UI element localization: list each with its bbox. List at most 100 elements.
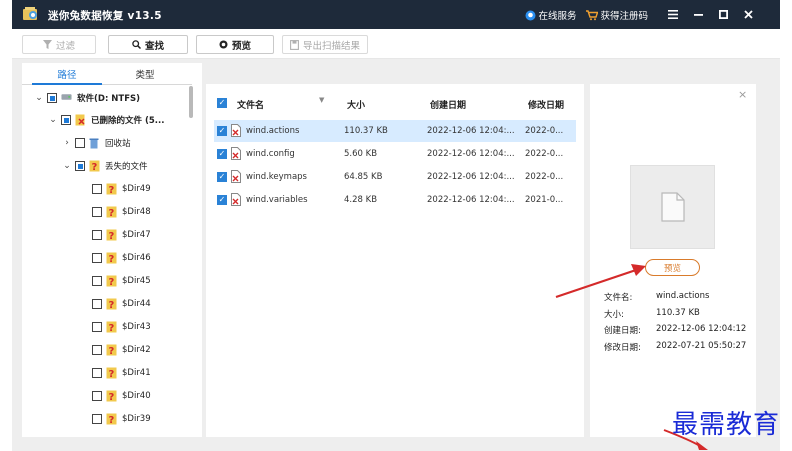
file-size: 110.37 KB — [344, 126, 388, 136]
table-row[interactable]: wind.variables 4.28 KB 2022-12-06 12:04:… — [214, 189, 576, 211]
minimize-button[interactable] — [688, 6, 708, 24]
chevron-down-icon[interactable]: ⌄ — [62, 161, 72, 171]
tree-item-label: 软件(D: NTFS) — [77, 94, 141, 104]
tree-checkbox[interactable] — [92, 253, 102, 263]
filter-label: 过滤 — [55, 40, 75, 52]
tree-checkbox[interactable] — [92, 207, 102, 217]
tab-path[interactable]: 路径 — [32, 67, 102, 85]
tree-item-label: 丢失的文件 — [105, 162, 148, 172]
search-icon — [132, 40, 141, 49]
tree-panel: 路径 类型 ⌄ 软件(D: NTFS) ⌄ 已删除的文件 (5... › 回收站… — [22, 63, 202, 437]
tree-item-dir[interactable]: ? $Dir46 — [92, 249, 151, 267]
tree-checkbox[interactable] — [92, 391, 102, 401]
export-label: 导出扫描结果 — [302, 40, 360, 52]
deleted-file-icon — [231, 193, 242, 206]
get-code-link[interactable]: 获得注册码 — [586, 8, 648, 22]
row-checkbox[interactable] — [217, 195, 227, 205]
menu-button[interactable] — [663, 6, 683, 24]
file-modified: 2022-0... — [525, 126, 564, 136]
tree-tabs: 路径 类型 — [22, 63, 192, 85]
deleted-file-icon — [231, 124, 242, 137]
tree-checkbox[interactable] — [92, 299, 102, 309]
column-header-size[interactable]: 大小 — [347, 98, 365, 111]
lost-folder-icon: ? — [106, 321, 117, 333]
tree-checkbox[interactable] — [92, 414, 102, 424]
lost-folder-icon: ? — [106, 206, 117, 218]
info-label-name: 文件名: — [604, 293, 633, 303]
menu-icon — [668, 8, 678, 22]
deleted-file-icon — [231, 170, 242, 183]
cart-icon — [586, 9, 599, 21]
tree-item-deleted-files[interactable]: ⌄ 已删除的文件 (5... — [48, 111, 164, 129]
export-results-button[interactable]: 导出扫描结果 — [282, 35, 368, 54]
tree-item-dir[interactable]: ? $Dir48 — [92, 203, 151, 221]
close-preview-icon[interactable]: × — [738, 88, 747, 101]
svg-text:?: ? — [109, 185, 115, 195]
online-service-link[interactable]: 在线服务 — [525, 8, 576, 22]
tree-checkbox[interactable] — [47, 93, 57, 103]
tree-item-dir[interactable]: ? $Dir49 — [92, 180, 151, 198]
app-title: 迷你兔数据恢复 v13.5 — [48, 10, 162, 22]
preview-button[interactable]: 预览 — [645, 259, 700, 276]
tree-item-recycle-bin[interactable]: › 回收站 — [62, 134, 131, 152]
select-all-checkbox[interactable] — [217, 98, 227, 108]
table-row[interactable]: wind.config 5.60 KB 2022-12-06 12:04:...… — [214, 143, 576, 165]
filter-icon — [42, 40, 52, 49]
tree-item-dir[interactable]: ? $Dir41 — [92, 364, 151, 382]
tree-item-label: $Dir47 — [122, 230, 151, 240]
chevron-right-icon[interactable]: › — [62, 138, 72, 148]
deleted-folder-icon — [75, 114, 86, 126]
row-checkbox[interactable] — [217, 126, 227, 136]
preview-thumbnail — [630, 165, 715, 249]
table-row[interactable]: wind.keymaps 64.85 KB 2022-12-06 12:04:.… — [214, 166, 576, 188]
tree-checkbox[interactable] — [61, 115, 71, 125]
tree-item-dir[interactable]: ? $Dir43 — [92, 318, 151, 336]
eye-icon — [219, 40, 228, 49]
tree-item-dir[interactable]: ? $Dir40 — [92, 387, 151, 405]
close-button[interactable] — [738, 6, 758, 24]
file-modified: 2022-0... — [525, 172, 564, 182]
lost-folder-icon: ? — [106, 252, 117, 264]
info-value-size: 110.37 KB — [656, 308, 700, 318]
maximize-button[interactable] — [713, 6, 733, 24]
file-list-panel: 文件名 ▼ 大小 创建日期 修改日期 wind.actions 110.37 K… — [206, 84, 584, 437]
info-value-modified: 2022-07-21 05:50:27 — [656, 341, 747, 351]
online-service-label: 在线服务 — [538, 11, 577, 22]
tree-item-dir[interactable]: ? $Dir39 — [92, 410, 151, 428]
tree-checkbox[interactable] — [75, 138, 85, 148]
tree-checkbox[interactable] — [75, 161, 85, 171]
column-header-created[interactable]: 创建日期 — [430, 98, 466, 111]
chevron-down-icon[interactable]: ⌄ — [34, 93, 44, 103]
app-window: 迷你兔数据恢复 v13.5 在线服务 获得注册码 过滤 查找 预览 导出扫描结果… — [0, 0, 792, 451]
find-button[interactable]: 查找 — [108, 35, 188, 54]
tab-type[interactable]: 类型 — [110, 67, 180, 85]
tree-item-drive-d[interactable]: ⌄ 软件(D: NTFS) — [34, 89, 140, 107]
sort-down-icon[interactable]: ▼ — [319, 96, 324, 104]
table-row[interactable]: wind.actions 110.37 KB 2022-12-06 12:04:… — [214, 120, 576, 142]
tree-checkbox[interactable] — [92, 322, 102, 332]
filter-button[interactable]: 过滤 — [22, 35, 96, 54]
column-header-name[interactable]: 文件名 — [237, 98, 264, 111]
tree-item-dir[interactable]: ? $Dir44 — [92, 295, 151, 313]
svg-text:?: ? — [109, 231, 115, 241]
svg-text:?: ? — [109, 323, 115, 333]
row-checkbox[interactable] — [217, 149, 227, 159]
column-header-modified[interactable]: 修改日期 — [528, 98, 564, 111]
tree-checkbox[interactable] — [92, 230, 102, 240]
tree-item-dir[interactable]: ? $Dir47 — [92, 226, 151, 244]
chevron-down-icon[interactable]: ⌄ — [48, 115, 58, 125]
lost-folder-icon: ? — [106, 183, 117, 195]
tree-item-label: $Dir49 — [122, 184, 151, 194]
tree-item-dir[interactable]: ? $Dir45 — [92, 272, 151, 290]
svg-text:?: ? — [109, 277, 115, 287]
preview-toolbar-button[interactable]: 预览 — [196, 35, 274, 54]
tree-checkbox[interactable] — [92, 368, 102, 378]
file-size: 64.85 KB — [344, 172, 383, 182]
tree-checkbox[interactable] — [92, 184, 102, 194]
tree-checkbox[interactable] — [92, 345, 102, 355]
tree-item-lost-files[interactable]: ⌄ ? 丢失的文件 — [62, 157, 148, 175]
row-checkbox[interactable] — [217, 172, 227, 182]
tree-item-dir[interactable]: ? $Dir42 — [92, 341, 151, 359]
tree-scrollbar[interactable] — [189, 86, 193, 118]
tree-checkbox[interactable] — [92, 276, 102, 286]
